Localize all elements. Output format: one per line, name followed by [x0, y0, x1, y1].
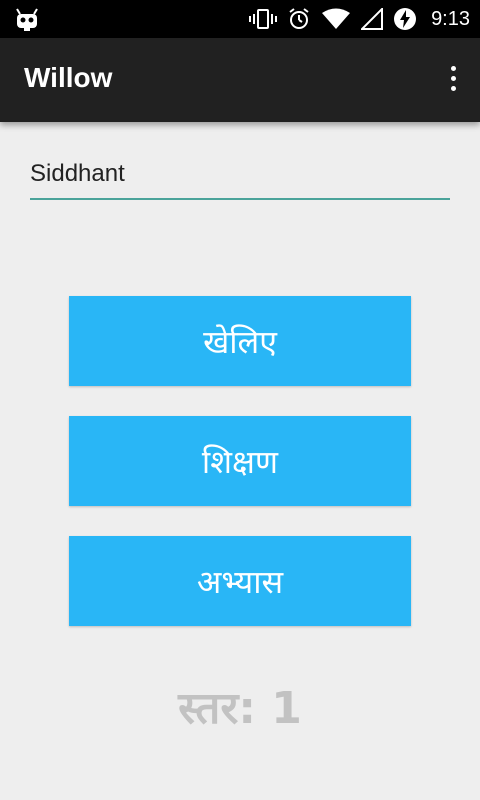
play-button[interactable]: खेलिए: [69, 296, 411, 386]
level-text: स्तर: 1: [178, 683, 302, 734]
more-vert-icon[interactable]: [448, 66, 458, 96]
status-icons: 9:13: [249, 0, 470, 38]
status-bar: 9:13: [0, 0, 480, 38]
app-bar: Willow: [0, 38, 480, 122]
android-debug-icon: [16, 8, 38, 31]
learn-button[interactable]: शिक्षण: [69, 416, 411, 506]
practice-button[interactable]: अभ्यास: [69, 536, 411, 626]
signal-icon: [361, 8, 384, 30]
name-input-underline: [30, 198, 450, 200]
name-field: [30, 150, 450, 202]
battery-charging-icon: [394, 8, 417, 30]
status-time: 9:13: [431, 7, 470, 30]
vibrate-icon: [249, 9, 278, 29]
wifi-icon: [322, 8, 351, 29]
alarm-icon: [289, 8, 309, 29]
name-input[interactable]: [30, 150, 450, 198]
app-title: Willow: [24, 62, 113, 93]
